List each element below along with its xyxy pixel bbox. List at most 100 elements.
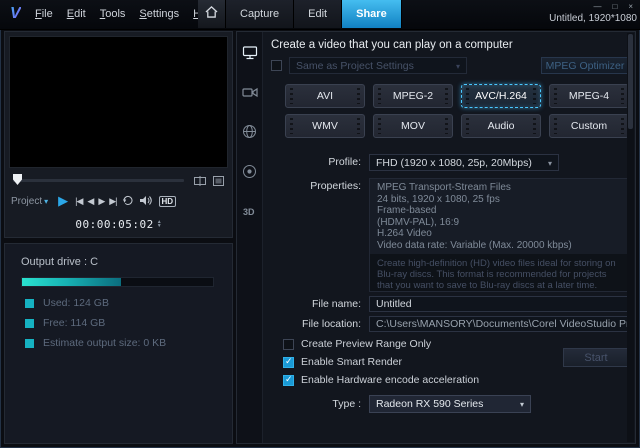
smart-render-option: Enable Smart Render	[283, 356, 402, 368]
profile-value: FHD (1920 x 1080, 25p, 20Mbps)	[376, 157, 532, 169]
file-location-label: File location:	[263, 318, 361, 330]
encoder-type-value: Radeon RX 590 Series	[376, 398, 483, 410]
legend-free: Free: 114 GB	[25, 317, 232, 329]
same-as-project-checkbox[interactable]	[271, 60, 282, 71]
split-clip-icon[interactable]	[194, 173, 206, 191]
timecode-spinner[interactable]	[157, 220, 162, 228]
menu-file[interactable]: File	[28, 5, 60, 23]
properties-list: MPEG Transport-Stream Files 24 bits, 192…	[370, 179, 630, 254]
file-name-value: Untitled	[376, 298, 412, 310]
timecode-row: 00:00:05:02	[5, 214, 232, 234]
go-to-end-button[interactable]	[109, 196, 116, 207]
disc-share-icon[interactable]	[242, 164, 257, 184]
title-right-cluster: — □ × Untitled, 1920*1080	[549, 1, 637, 24]
hd-quality-toggle[interactable]: HD	[159, 196, 177, 207]
tab-share[interactable]: Share	[342, 0, 402, 28]
tab-edit[interactable]: Edit	[294, 0, 342, 28]
smart-render-label: Enable Smart Render	[301, 356, 402, 368]
format-mpeg2-button[interactable]: MPEG-2	[373, 84, 453, 108]
properties-line: H.264 Video	[377, 228, 623, 240]
svg-text:3D: 3D	[243, 207, 255, 217]
seek-bar[interactable]	[13, 179, 184, 182]
project-label: Project	[11, 196, 42, 207]
share-scrollbar[interactable]	[627, 33, 634, 442]
file-location-input[interactable]: C:\Users\MANSORY\Documents\Corel VideoSt…	[369, 316, 631, 332]
start-button[interactable]: Start	[563, 348, 629, 367]
used-swatch-icon	[25, 299, 34, 308]
menu-settings[interactable]: Settings	[132, 5, 186, 23]
preview-range-checkbox[interactable]	[283, 339, 294, 350]
drive-usage-bar	[21, 277, 214, 287]
estimate-label: Estimate output size: 0 KB	[43, 337, 166, 349]
properties-line: Frame-based	[377, 205, 623, 217]
format-wmv-button[interactable]: WMV	[285, 114, 365, 138]
workspace-tabs: Capture Edit Share	[198, 0, 402, 28]
share-panel: 3D Create a video that you can play on a…	[236, 31, 636, 444]
previous-frame-button[interactable]	[87, 196, 93, 207]
timecode-display[interactable]: 00:00:05:02	[75, 218, 153, 231]
maximize-button[interactable]: □	[612, 2, 617, 11]
profile-label: Profile:	[263, 156, 361, 168]
home-icon	[205, 5, 218, 23]
free-label: Free: 114 GB	[43, 317, 105, 329]
format-custom-button[interactable]: Custom	[549, 114, 629, 138]
hardware-encode-option: Enable Hardware encode acceleration	[283, 374, 479, 386]
chevron-down-icon	[548, 157, 552, 169]
chevron-down-icon	[44, 196, 48, 207]
properties-line: Video data rate: Variable (Max. 20000 kb…	[377, 240, 623, 252]
tab-capture[interactable]: Capture	[226, 0, 294, 28]
format-avc-h264-button[interactable]: AVC/H.264	[461, 84, 541, 108]
playback-controls: Project HD	[5, 188, 232, 214]
playback-mode-selector[interactable]: Project	[11, 196, 48, 207]
menu-bar: File Edit Tools Settings Help	[28, 0, 223, 28]
preview-range-label: Create Preview Range Only	[301, 338, 431, 350]
playhead-marker[interactable]	[13, 174, 22, 185]
share-heading: Create a video that you can play on a co…	[271, 39, 513, 51]
web-share-icon[interactable]	[242, 124, 257, 144]
share-target-nav: 3D	[237, 32, 263, 443]
legend-estimate: Estimate output size: 0 KB	[25, 337, 232, 349]
format-mov-button[interactable]: MOV	[373, 114, 453, 138]
free-swatch-icon	[25, 319, 34, 328]
scrollbar-thumb[interactable]	[628, 34, 633, 129]
properties-line: MPEG Transport-Stream Files	[377, 182, 623, 194]
3d-movie-share-icon[interactable]: 3D	[242, 204, 258, 223]
properties-box: MPEG Transport-Stream Files 24 bits, 192…	[369, 178, 631, 292]
menu-tools[interactable]: Tools	[93, 5, 133, 23]
title-bar: V File Edit Tools Settings Help Capture …	[0, 0, 640, 30]
format-grid: AVI MPEG-2 AVC/H.264 MPEG-4 WMV MOV Audi…	[285, 84, 629, 138]
format-description: Create high-definition (HD) video files …	[370, 254, 630, 292]
file-name-input[interactable]: Untitled	[369, 296, 631, 312]
file-location-value: C:\Users\MANSORY\Documents\Corel VideoSt…	[376, 318, 631, 330]
smart-render-checkbox[interactable]	[283, 357, 294, 368]
home-button[interactable]	[198, 0, 226, 28]
format-mpeg4-button[interactable]: MPEG-4	[549, 84, 629, 108]
close-button[interactable]: ×	[628, 2, 633, 11]
mpeg-optimizer-button: MPEG Optimizer	[541, 57, 629, 74]
repeat-icon[interactable]	[122, 195, 134, 208]
output-drive-panel: Output drive : C Used: 124 GB Free: 114 …	[4, 243, 233, 444]
type-label: Type :	[263, 398, 361, 410]
profile-select[interactable]: FHD (1920 x 1080, 25p, 20Mbps)	[369, 154, 559, 171]
play-button[interactable]	[58, 193, 68, 209]
menu-edit[interactable]: Edit	[60, 5, 93, 23]
videostudio-window: V File Edit Tools Settings Help Capture …	[0, 0, 640, 448]
minimize-button[interactable]: —	[593, 2, 601, 11]
format-audio-button[interactable]: Audio	[461, 114, 541, 138]
encoder-type-select[interactable]: Radeon RX 590 Series	[369, 395, 531, 413]
mobile-device-share-icon[interactable]	[242, 85, 258, 104]
window-controls: — □ ×	[593, 1, 637, 11]
hardware-encode-label: Enable Hardware encode acceleration	[301, 374, 479, 386]
go-to-start-button[interactable]	[75, 196, 82, 207]
hardware-encode-checkbox[interactable]	[283, 375, 294, 386]
next-frame-button[interactable]	[98, 196, 104, 207]
volume-icon[interactable]	[139, 195, 152, 208]
drive-legend: Used: 124 GB Free: 114 GB Estimate outpu…	[5, 297, 232, 349]
format-avi-button[interactable]: AVI	[285, 84, 365, 108]
preview-range-option: Create Preview Range Only	[283, 338, 431, 350]
computer-share-icon[interactable]	[242, 45, 258, 65]
used-label: Used: 124 GB	[43, 297, 109, 309]
chevron-down-icon	[456, 60, 460, 72]
estimate-swatch-icon	[25, 339, 34, 348]
enlarge-preview-icon[interactable]	[213, 173, 224, 191]
